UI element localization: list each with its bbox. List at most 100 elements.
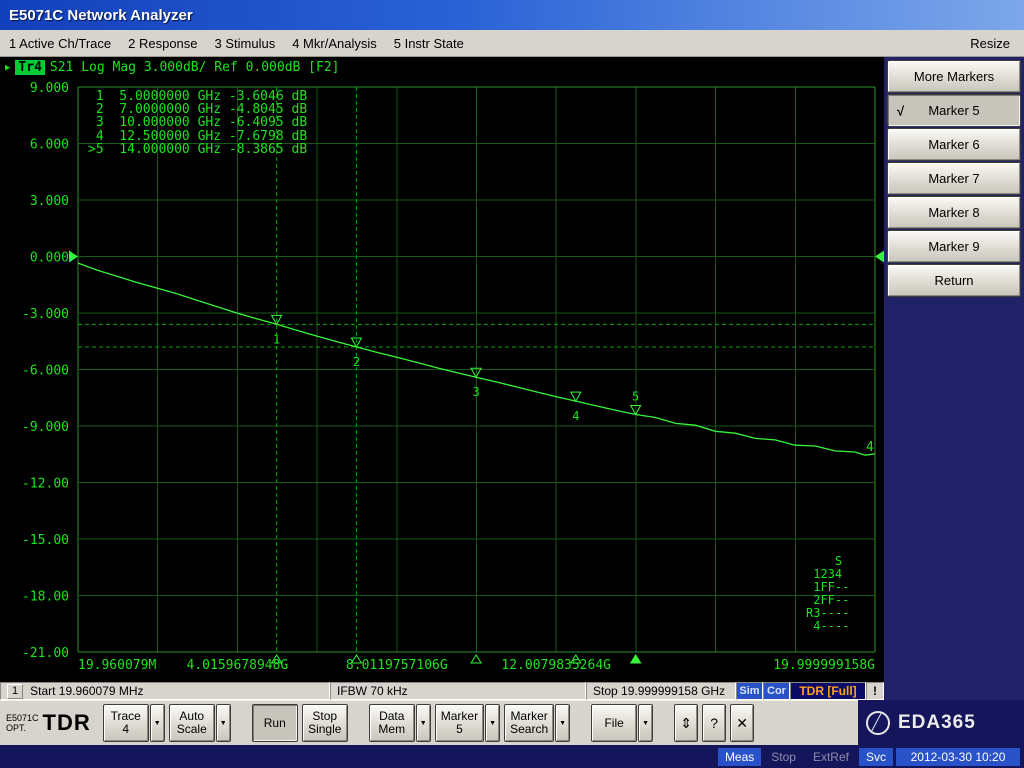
toolbar-dropdown-data-mem[interactable]: ▼ — [416, 704, 431, 742]
toolbar-dropdown-trace[interactable]: ▼ — [150, 704, 165, 742]
ifbw-segment: IFBW 70 kHz — [330, 682, 586, 700]
y-axis-label: 3.000 — [30, 194, 69, 209]
softkey-marker-9[interactable]: Marker 9 — [887, 230, 1021, 263]
toolbar-group-updown-arrows: ⇕ — [674, 704, 698, 742]
status-block-line: S — [806, 554, 842, 568]
toolbar-dropdown-file[interactable]: ▼ — [638, 704, 653, 742]
active-trace-arrow-icon: ▶ — [5, 63, 10, 73]
toolbar: E5071C OPT. TDR Trace4▼AutoScale▼RunStop… — [0, 700, 858, 745]
instrument-screen: E5071C Network Analyzer 1 Active Ch/Trac… — [0, 0, 1024, 768]
brand-tdr: TDR — [43, 710, 91, 736]
toolbar-button-help[interactable]: ? — [702, 704, 726, 742]
brand-opt: OPT. — [6, 723, 39, 733]
y-axis-label: 9.000 — [30, 81, 69, 96]
softkey-marker-5-label: Marker 5 — [928, 103, 979, 118]
ref-level-arrow-left-icon — [69, 251, 78, 263]
channel-trace-status-block: S 1234 1FF-- 2FF--R3---- 4---- — [806, 554, 849, 633]
watermark-text: EDA365 — [898, 712, 976, 734]
status-meas[interactable]: Meas — [718, 748, 761, 766]
toolbar-buttons: Trace4▼AutoScale▼RunStopSingleDataMem▼Ma… — [103, 704, 758, 742]
help-icon: ? — [710, 717, 718, 730]
status-stop: Stop — [764, 748, 803, 766]
trace-header: ▶ Tr4 S21 Log Mag 3.000dB/ Ref 0.000dB [… — [5, 60, 340, 75]
status-svc[interactable]: Svc — [859, 748, 893, 766]
trace-badge[interactable]: Tr4 — [15, 60, 44, 75]
menu-mkr-analysis[interactable]: 4 Mkr/Analysis — [292, 36, 377, 51]
marker-readout-row: 4 12.500000 GHz -7.6798 dB — [88, 130, 307, 143]
x-axis-label: 19.999999158G — [773, 658, 875, 673]
y-axis-labels: 9.0006.0003.0000.000-3.000-6.000-9.000-1… — [22, 81, 69, 661]
menu-response[interactable]: 2 Response — [128, 36, 197, 51]
status-block-line: R3---- — [806, 606, 849, 620]
toolbar-group-trace: Trace4▼ — [103, 704, 165, 742]
toolbar-group-stop-single: StopSingle — [302, 704, 348, 742]
marker-5-stimulus-indicator — [631, 655, 641, 663]
marker-3-number: 3 — [472, 385, 479, 399]
tdr-mode-badge: TDR [Full] — [790, 682, 866, 700]
start-frequency-segment: 1 Start 19.960079 MHz — [0, 682, 330, 700]
status-block-line: 2FF-- — [806, 593, 849, 607]
softkey-marker-8[interactable]: Marker 8 — [887, 196, 1021, 229]
toolbar-button-stop-single[interactable]: StopSingle — [302, 704, 348, 742]
status-block-line: 4---- — [806, 619, 849, 633]
toolbar-button-file[interactable]: File — [591, 704, 637, 742]
toolbar-button-close[interactable]: ✕ — [730, 704, 754, 742]
panel-filler — [884, 682, 1024, 700]
brand-model: E5071C — [6, 713, 39, 723]
toolbar-group-run: Run — [252, 704, 298, 742]
toolbar-button-marker[interactable]: Marker5 — [435, 704, 484, 742]
toolbar-group-marker: Marker5▼ — [435, 704, 500, 742]
marker-2-number: 2 — [353, 355, 360, 369]
marker-4-number: 4 — [572, 409, 579, 423]
toolbar-button-run[interactable]: Run — [252, 704, 298, 742]
toolbar-group-file: File▼ — [591, 704, 653, 742]
y-axis-label: -15.00 — [22, 533, 69, 548]
menu-resize[interactable]: Resize — [970, 36, 1024, 51]
y-axis-label: -6.000 — [22, 364, 69, 379]
menu-instr-state[interactable]: 5 Instr State — [394, 36, 464, 51]
menu-active-ch-trace[interactable]: 1 Active Ch/Trace — [9, 36, 111, 51]
toolbar-group-help: ? — [702, 704, 726, 742]
stop-frequency-segment: Stop 19.999999158 GHz — [586, 682, 736, 700]
toolbar-button-updown-arrows[interactable]: ⇕ — [674, 704, 698, 742]
marker-1-number: 1 — [273, 332, 280, 346]
close-icon: ✕ — [736, 717, 748, 730]
softkey-marker-7[interactable]: Marker 7 — [887, 162, 1021, 195]
softkey-panel: More Markers √ Marker 5 Marker 6 Marker 7… — [884, 57, 1024, 682]
x-axis-label: 19.960079M — [78, 658, 156, 673]
softkey-marker-5[interactable]: √ Marker 5 — [887, 94, 1021, 127]
x-axis-label: 8.0119757106G — [346, 658, 448, 673]
softkey-marker-6[interactable]: Marker 6 — [887, 128, 1021, 161]
start-frequency-label: Start 19.960079 MHz — [30, 684, 143, 698]
ref-level-arrow-right-icon — [875, 251, 884, 263]
toolbar-button-trace[interactable]: Trace4 — [103, 704, 149, 742]
y-axis-label: 6.000 — [30, 138, 69, 153]
softkey-return[interactable]: Return — [887, 264, 1021, 297]
toolbar-dropdown-auto-scale[interactable]: ▼ — [216, 704, 231, 742]
y-axis-label: -21.00 — [22, 646, 69, 661]
y-axis-label: -9.000 — [22, 420, 69, 435]
status-block-line: 1FF-- — [806, 580, 849, 594]
toolbar-button-auto-scale[interactable]: AutoScale — [169, 704, 215, 742]
softkey-more-markers[interactable]: More Markers — [887, 60, 1021, 93]
toolbar-dropdown-marker-search[interactable]: ▼ — [555, 704, 570, 742]
y-axis-label: -3.000 — [22, 307, 69, 322]
checkmark-icon: √ — [897, 103, 904, 118]
eda365-logo-icon — [866, 711, 890, 735]
window-titlebar: E5071C Network Analyzer — [0, 0, 1024, 30]
alert-indicator[interactable]: ! — [866, 682, 884, 700]
stop-frequency-label: Stop 19.999999158 GHz — [593, 684, 725, 698]
toolbar-button-marker-search[interactable]: MarkerSearch — [504, 704, 554, 742]
marker-5-number: 5 — [632, 389, 639, 403]
channel-number-badge: 1 — [7, 684, 23, 699]
status-block-line: 1234 — [806, 567, 842, 581]
marker-readout-row: >5 14.000000 GHz -8.3865 dB — [88, 143, 307, 156]
toolbar-button-data-mem[interactable]: DataMem — [369, 704, 415, 742]
trace-format-info: S21 Log Mag 3.000dB/ Ref 0.000dB [F2] — [50, 60, 340, 75]
watermark-panel: EDA365 — [858, 700, 1024, 745]
status-extref: ExtRef — [806, 748, 856, 766]
window-title: E5071C Network Analyzer — [0, 7, 193, 24]
menubar: 1 Active Ch/Trace 2 Response 3 Stimulus … — [0, 30, 1024, 57]
toolbar-dropdown-marker[interactable]: ▼ — [485, 704, 500, 742]
menu-stimulus[interactable]: 3 Stimulus — [215, 36, 276, 51]
